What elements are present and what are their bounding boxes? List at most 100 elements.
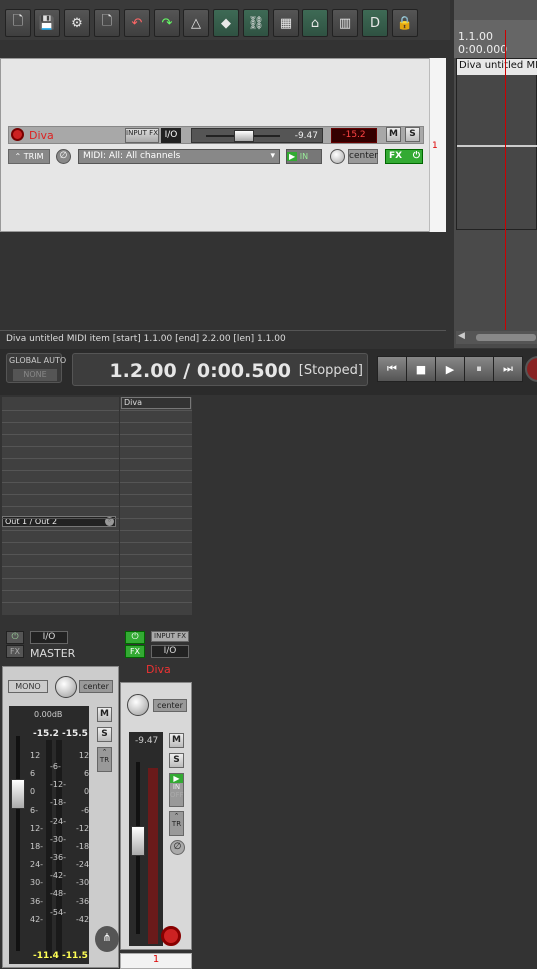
diva-tr-label: TR	[171, 820, 182, 828]
volume-fader-handle[interactable]	[234, 130, 254, 142]
volume-fader[interactable]: -9.47	[191, 128, 323, 143]
track-badge-button[interactable]: 🗋	[94, 9, 120, 37]
meter-scale-tick: 12-	[30, 823, 44, 833]
meter-scale-tick: 12	[30, 751, 41, 760]
grid-editing-icon: ▦	[279, 15, 293, 31]
input-fx-button[interactable]: INPUT FX	[125, 128, 159, 143]
fx-label: FX	[389, 151, 403, 161]
midi-input-label: MIDI: All: All channels	[83, 151, 181, 161]
ripple-edit-button[interactable]: ◆	[213, 9, 239, 37]
new-project-button[interactable]: 🗋	[5, 9, 31, 37]
phase-icon[interactable]: ∅	[56, 149, 71, 164]
phase-icon[interactable]: ∅	[170, 840, 185, 855]
diva-meter-bar	[148, 768, 158, 944]
routing-icon[interactable]: ⋔	[95, 926, 119, 952]
grid-editing-button[interactable]: ▦	[273, 9, 299, 37]
volume-value: -9.47	[294, 131, 318, 141]
master-io-button[interactable]: I/O	[30, 631, 68, 644]
master-gain: 0.00dB	[34, 710, 63, 719]
master-fx-button[interactable]: FX	[6, 645, 24, 658]
midi-input-select[interactable]: MIDI: All: All channels ▾	[78, 149, 280, 164]
project-settings-button[interactable]: ⚙	[64, 9, 90, 37]
pause-button[interactable]: ⏸	[464, 356, 494, 382]
master-solo-button[interactable]: S	[97, 727, 112, 742]
record-arm-button[interactable]	[11, 128, 24, 141]
trim-button[interactable]: ⌃ TRIM	[8, 149, 50, 164]
diva-trim-button[interactable]: ⌃ TR	[169, 811, 184, 836]
meter-scale-tick: -12	[76, 823, 90, 833]
pan-value: center	[348, 149, 378, 164]
midi-item[interactable]: Diva untitled MIDI	[456, 58, 537, 230]
grouping-icon: ⛓	[247, 15, 265, 31]
diva-record-arm-button[interactable]	[161, 926, 181, 946]
midi-item-name: Diva untitled MIDI	[457, 59, 537, 75]
input-monitor-button[interactable]: ▶ IN	[286, 149, 322, 164]
play-button[interactable]: ▶	[435, 356, 465, 382]
scroll-thumb[interactable]	[476, 334, 536, 341]
fx-slot-divider	[120, 578, 192, 579]
diva-solo-button[interactable]: S	[169, 753, 184, 768]
horizontal-scrollbar[interactable]: ◀	[456, 331, 537, 344]
chevron-down-icon: ▾	[270, 151, 275, 161]
diva-input-fx-button[interactable]: INPUT FX	[151, 631, 189, 642]
stop-button[interactable]: ■	[406, 356, 436, 382]
save-project-button[interactable]: 💾	[34, 9, 60, 37]
diva-monitor-button[interactable]: ▶ IN OFF	[169, 773, 184, 807]
automation-mode[interactable]: NONE	[13, 369, 57, 381]
grouping-button[interactable]: ⛓	[243, 9, 269, 37]
timeline-ruler[interactable]: 1.1.00 0:00.000	[454, 0, 537, 58]
meter-scale-tick: -6	[81, 805, 90, 815]
meter-scale-tick: -36	[76, 896, 90, 906]
diva-power-icon[interactable]: ⏻	[125, 631, 145, 644]
go-to-start-button[interactable]: ⏮	[377, 356, 407, 382]
fx-slot-divider	[120, 518, 192, 519]
envelope-button[interactable]: ⌂	[302, 9, 328, 37]
scroll-left-icon[interactable]: ◀	[458, 331, 465, 341]
diva-fx-slot[interactable]: Diva	[121, 397, 191, 409]
master-pan-knob[interactable]	[55, 676, 77, 698]
global-auto-button[interactable]: GLOBAL AUTO NONE	[6, 353, 66, 383]
master-mute-button[interactable]: M	[97, 707, 112, 722]
pan-knob[interactable]	[330, 149, 345, 164]
fx-slot-divider	[2, 422, 119, 423]
mute-button[interactable]: M	[386, 127, 401, 142]
envelope-icon: ⌃	[173, 812, 180, 820]
mono-button[interactable]: MONO	[8, 680, 48, 693]
go-to-end-button[interactable]: ⏭	[493, 356, 523, 382]
pause-icon: ⏸	[476, 362, 482, 375]
fx-slot-divider	[2, 470, 119, 471]
peak-meter[interactable]: -15.2	[331, 128, 377, 143]
master-trim-button[interactable]: ⌃ TR	[97, 747, 112, 772]
diva-io-button[interactable]: I/O	[151, 645, 189, 658]
track-name[interactable]: Diva	[29, 129, 54, 142]
meter-scale-tick: -36-	[50, 853, 66, 863]
track-number: 1	[432, 141, 438, 151]
master-fader-handle[interactable]	[11, 779, 25, 809]
diva-name[interactable]: Diva	[146, 663, 171, 676]
metronome-button[interactable]: △	[183, 9, 209, 37]
master-power-icon[interactable]: ⏻	[6, 631, 24, 644]
meter-scale-tick: -42	[76, 914, 90, 924]
project-settings-icon: ⚙	[71, 15, 83, 31]
diva-fader-handle[interactable]	[131, 826, 145, 856]
fx-button[interactable]: FX ⏻	[385, 149, 423, 164]
diva-pan-knob[interactable]	[127, 694, 149, 716]
solo-button[interactable]: S	[405, 127, 420, 142]
meter-scale-tick: -24	[76, 860, 90, 870]
io-button[interactable]: I/O	[161, 128, 181, 143]
snap-button[interactable]: ▥	[332, 9, 358, 37]
track-control-panel	[0, 58, 446, 232]
diva-fx-button[interactable]: FX	[125, 645, 145, 658]
diva-mute-button[interactable]: M	[169, 733, 184, 748]
time-display[interactable]: 1.2.00 / 0:00.500 [Stopped]	[72, 353, 368, 386]
redo-button[interactable]: ↷	[154, 9, 180, 37]
undo-icon: ↶	[131, 15, 143, 31]
fx-slot-divider	[2, 578, 119, 579]
lock-button[interactable]: 🔒	[392, 9, 418, 37]
undo-button[interactable]: ↶	[124, 9, 150, 37]
fx-slot-divider	[120, 506, 192, 507]
master-fader-track[interactable]	[16, 736, 20, 951]
loop-button[interactable]: D	[362, 9, 388, 37]
meter-scale-tick: 18-	[30, 842, 44, 852]
meter-scale-tick: 36-	[30, 896, 44, 906]
